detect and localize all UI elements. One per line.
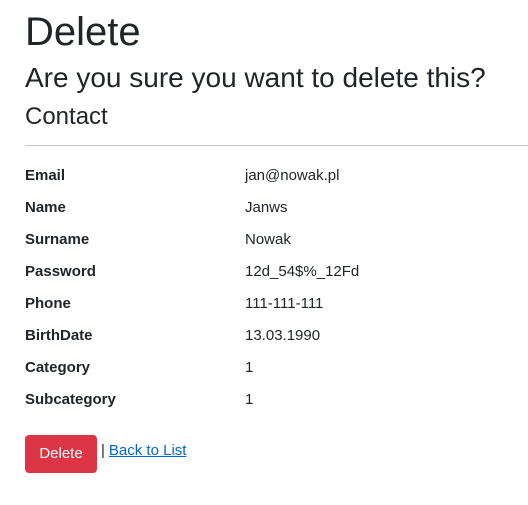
detail-value: jan@nowak.pl	[245, 167, 340, 184]
detail-label: BirthDate	[25, 327, 93, 344]
detail-row-category: Category 1	[25, 354, 525, 386]
detail-value: 12d_54$%_12Fd	[245, 263, 360, 280]
detail-label: Subcategory	[25, 391, 116, 408]
entity-heading: Contact	[25, 103, 108, 130]
details-list: Email jan@nowak.pl Name Janws Surname No…	[25, 162, 525, 418]
detail-value: Janws	[245, 199, 288, 216]
detail-value: 13.03.1990	[245, 327, 321, 344]
detail-label: Surname	[25, 231, 90, 248]
back-to-list-link[interactable]: Back to List	[109, 442, 187, 459]
delete-button[interactable]: Delete	[25, 435, 97, 473]
detail-row-phone: Phone 111-111-111	[25, 290, 525, 322]
detail-value: Nowak	[245, 231, 291, 248]
divider	[25, 145, 528, 146]
detail-row-birthdate: BirthDate 13.03.1990	[25, 322, 525, 354]
detail-label: Email	[25, 167, 66, 184]
form-actions: Delete | Back to List	[25, 435, 186, 473]
action-separator: |	[101, 441, 105, 459]
detail-label: Phone	[25, 295, 71, 312]
detail-value: 111-111-111	[245, 295, 324, 312]
detail-value: 1	[245, 359, 254, 376]
detail-row-subcategory: Subcategory 1	[25, 386, 525, 418]
detail-row-surname: Surname Nowak	[25, 226, 525, 258]
confirmation-question: Are you sure you want to delete this?	[25, 62, 486, 93]
detail-value: 1	[245, 391, 254, 408]
detail-row-name: Name Janws	[25, 194, 525, 226]
detail-label: Password	[25, 263, 96, 280]
detail-row-email: Email jan@nowak.pl	[25, 162, 525, 194]
detail-label: Category	[25, 359, 91, 376]
detail-row-password: Password 12d_54$%_12Fd	[25, 258, 525, 290]
page-title: Delete	[25, 10, 141, 54]
detail-label: Name	[25, 199, 66, 216]
